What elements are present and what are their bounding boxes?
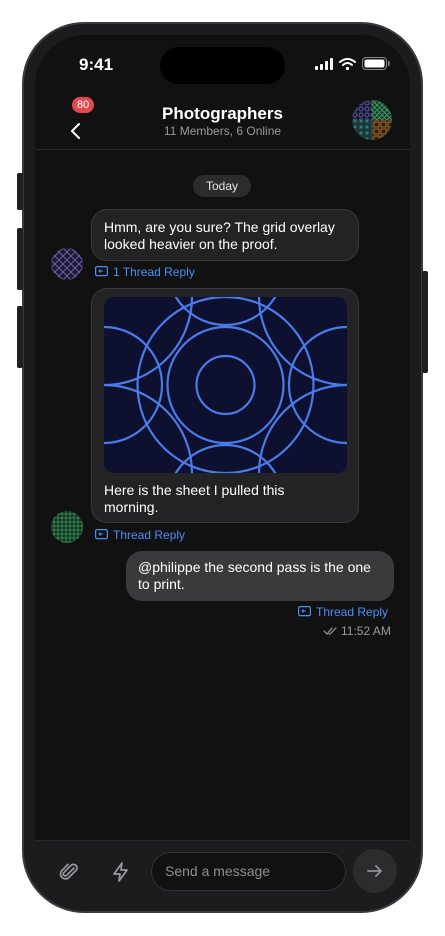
thread-icon bbox=[298, 606, 311, 617]
avatar-pattern bbox=[51, 511, 83, 543]
thread-reply-link[interactable]: Thread Reply bbox=[95, 528, 185, 542]
message-image[interactable] bbox=[104, 297, 347, 473]
message-meta: 11:52 AM bbox=[323, 624, 391, 638]
signal-icon bbox=[315, 57, 333, 70]
chat-header: 80 Photographers 11 Members, 6 Online bbox=[35, 95, 410, 150]
thread-reply-link[interactable]: 1 Thread Reply bbox=[95, 265, 195, 279]
thread-icon bbox=[95, 529, 108, 540]
thread-reply-label: Thread Reply bbox=[113, 528, 186, 542]
dynamic-island bbox=[160, 47, 285, 84]
commands-button[interactable] bbox=[109, 860, 133, 884]
status-icons bbox=[315, 57, 390, 70]
power-button bbox=[422, 271, 428, 373]
wifi-icon bbox=[339, 57, 356, 70]
date-separator: Today bbox=[193, 175, 251, 197]
screen: 9:41 80 Photographers 11 Members, 6 Onli… bbox=[35, 35, 410, 900]
composer-bar: Send a message bbox=[35, 840, 410, 900]
battery-icon bbox=[362, 57, 390, 70]
message-text: @philippe the second pass is the one to … bbox=[138, 559, 371, 592]
status-time: 9:41 bbox=[79, 55, 114, 74]
message-input[interactable]: Send a message bbox=[151, 852, 346, 891]
paperclip-icon bbox=[59, 863, 78, 880]
concentric-circles-image bbox=[104, 297, 347, 473]
message-bubble[interactable]: Hmm, are you sure? The grid overlay look… bbox=[91, 209, 359, 261]
group-avatar-image bbox=[352, 100, 392, 140]
thread-icon bbox=[95, 266, 108, 277]
double-check-icon bbox=[323, 627, 337, 635]
avatar-pattern bbox=[51, 248, 83, 280]
sender-avatar[interactable] bbox=[51, 511, 83, 543]
outgoing-message-bubble[interactable]: @philippe the second pass is the one to … bbox=[126, 551, 394, 601]
image-message-bubble[interactable]: Here is the sheet I pulled this morning. bbox=[91, 288, 359, 523]
thread-reply-link[interactable]: Thread Reply bbox=[298, 605, 388, 619]
lightning-icon bbox=[113, 862, 128, 882]
silent-switch bbox=[17, 173, 23, 210]
sender-avatar[interactable] bbox=[51, 248, 83, 280]
thread-reply-label: Thread Reply bbox=[316, 605, 389, 619]
group-avatar[interactable] bbox=[352, 100, 392, 140]
message-input-placeholder: Send a message bbox=[165, 863, 271, 879]
message-timestamp: 11:52 AM bbox=[341, 624, 391, 638]
message-text: Hmm, are you sure? The grid overlay look… bbox=[104, 219, 335, 252]
arrow-right-icon bbox=[367, 865, 382, 877]
attach-button[interactable] bbox=[57, 860, 81, 884]
volume-down-button bbox=[17, 306, 23, 368]
send-button[interactable] bbox=[353, 849, 397, 893]
image-caption: Here is the sheet I pulled this morning. bbox=[104, 482, 285, 515]
thread-reply-label: 1 Thread Reply bbox=[113, 265, 195, 279]
volume-up-button bbox=[17, 228, 23, 290]
